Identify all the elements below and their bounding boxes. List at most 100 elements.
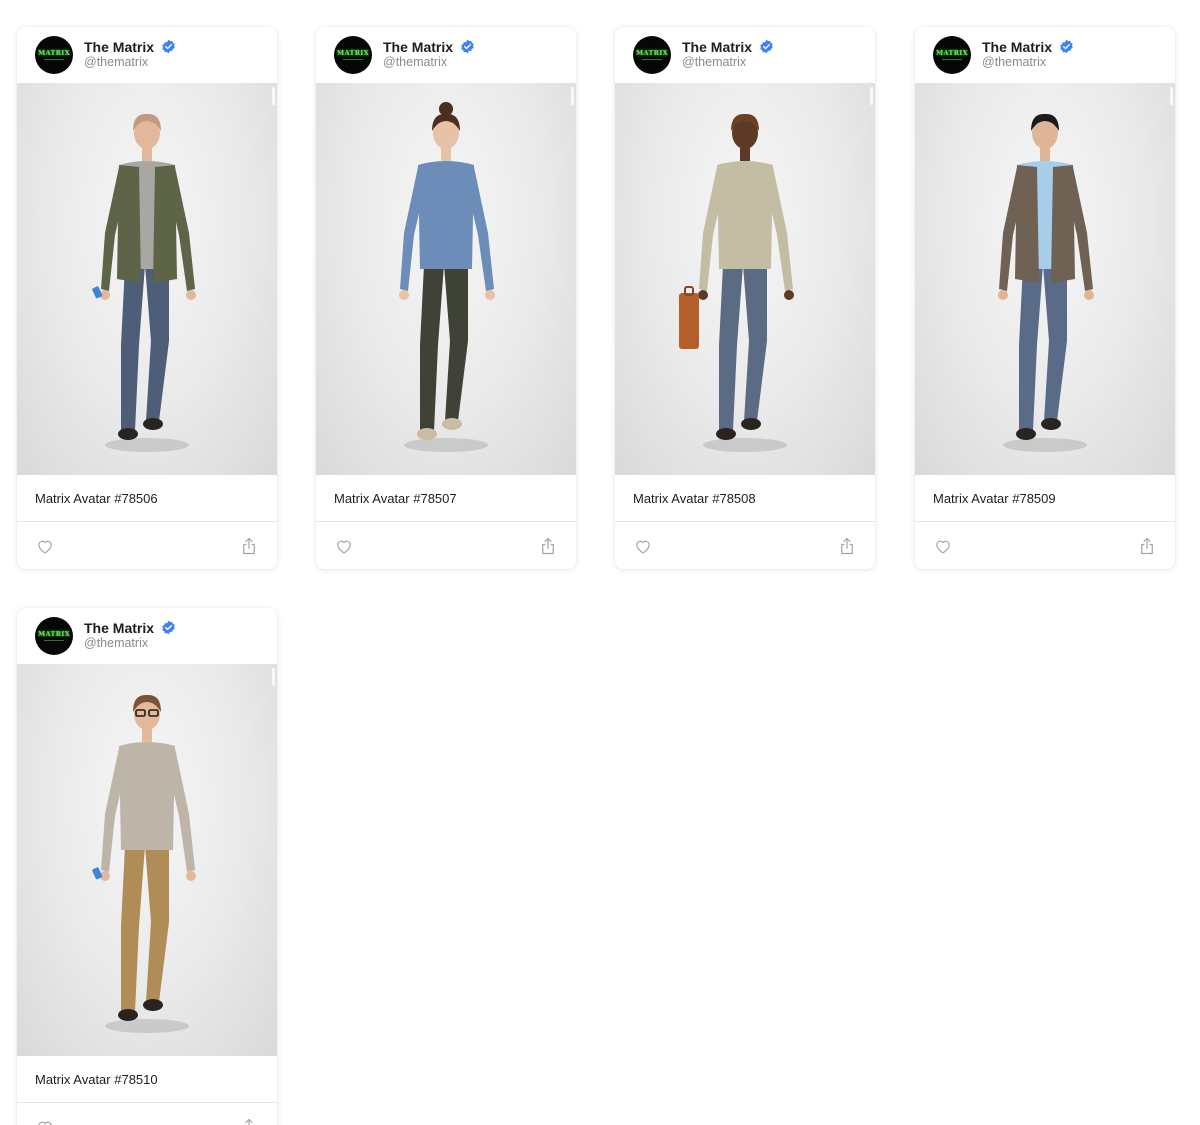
image-scroll-indicator [272, 87, 275, 105]
image-scroll-indicator [1170, 87, 1173, 105]
card-divider [615, 521, 875, 522]
avatar-title[interactable]: Matrix Avatar #78508 [633, 491, 756, 506]
shirt [717, 161, 773, 269]
logo-underline [942, 59, 962, 60]
avatar-title[interactable]: Matrix Avatar #78509 [933, 491, 1056, 506]
right-hand [485, 290, 495, 300]
image-scroll-indicator [571, 87, 574, 105]
avatar-card[interactable]: MATRIX The Matrix @thematrix Matrix Avat… [17, 27, 277, 569]
heart-icon[interactable] [335, 538, 353, 554]
right-shoe [143, 999, 163, 1011]
card-divider [915, 521, 1175, 522]
avatar-title[interactable]: Matrix Avatar #78510 [35, 1072, 158, 1087]
author-name-row: The Matrix [84, 619, 176, 636]
hair-bun [439, 102, 453, 116]
matrix-logo-text: MATRIX [635, 49, 668, 57]
right-leg [1043, 265, 1067, 421]
author-avatar[interactable]: MATRIX [633, 36, 671, 74]
avatar-card[interactable]: MATRIX The Matrix @thematrix Matrix Avat… [316, 27, 576, 569]
avatar-title[interactable]: Matrix Avatar #78507 [334, 491, 457, 506]
card-divider [17, 1102, 277, 1103]
left-hand [998, 290, 1008, 300]
heart-icon[interactable] [36, 1119, 54, 1125]
author-name[interactable]: The Matrix [383, 39, 453, 55]
avatar-card[interactable]: MATRIX The Matrix @thematrix Matrix Avat… [17, 608, 277, 1125]
author-avatar[interactable]: MATRIX [933, 36, 971, 74]
jacket-left-panel [117, 165, 141, 283]
share-icon[interactable] [839, 537, 855, 555]
share-icon[interactable] [241, 1118, 257, 1125]
author-avatar[interactable]: MATRIX [35, 617, 73, 655]
right-shoe [1041, 418, 1061, 430]
avatar-image[interactable] [915, 83, 1175, 475]
author-name-row: The Matrix [84, 38, 176, 55]
left-leg [1019, 265, 1043, 431]
image-scroll-indicator [870, 87, 873, 105]
left-hand [399, 290, 409, 300]
heart-icon[interactable] [934, 538, 952, 554]
card-header: MATRIX The Matrix @thematrix [915, 27, 1175, 83]
right-shoe [741, 418, 761, 430]
logo-underline [44, 59, 64, 60]
author-name[interactable]: The Matrix [84, 620, 154, 636]
author-avatar[interactable]: MATRIX [35, 36, 73, 74]
matrix-logo-text: MATRIX [37, 49, 70, 57]
left-leg [121, 265, 145, 431]
image-scroll-indicator [272, 668, 275, 686]
right-leg [444, 265, 468, 421]
share-icon[interactable] [241, 537, 257, 555]
avatar-title[interactable]: Matrix Avatar #78506 [35, 491, 158, 506]
avatar-image[interactable] [316, 83, 576, 475]
author-handle[interactable]: @thematrix [982, 55, 1046, 69]
avatar-figure-illustration [92, 694, 196, 1033]
right-hand [186, 290, 196, 300]
logo-underline [44, 640, 64, 641]
share-icon[interactable] [1139, 537, 1155, 555]
author-name-row: The Matrix [682, 38, 774, 55]
avatar-image[interactable] [17, 664, 277, 1056]
avatar-figure-illustration [399, 102, 495, 452]
heart-icon[interactable] [634, 538, 652, 554]
share-icon[interactable] [540, 537, 556, 555]
author-name-row: The Matrix [982, 38, 1074, 55]
author-name[interactable]: The Matrix [982, 39, 1052, 55]
left-leg [719, 265, 743, 431]
verified-badge-icon [162, 620, 175, 635]
author-handle[interactable]: @thematrix [84, 636, 148, 650]
author-handle[interactable]: @thematrix [84, 55, 148, 69]
logo-underline [642, 59, 662, 60]
card-header: MATRIX The Matrix @thematrix [316, 27, 576, 83]
avatar-figure-illustration [679, 113, 794, 452]
left-shoe [417, 428, 437, 440]
logo-underline [343, 59, 363, 60]
avatar-card[interactable]: MATRIX The Matrix @thematrix Matrix Avat… [915, 27, 1175, 569]
matrix-logo-text: MATRIX [336, 49, 369, 57]
floor-shadow [105, 1019, 189, 1033]
author-handle[interactable]: @thematrix [383, 55, 447, 69]
shirt [119, 742, 175, 850]
heart-icon[interactable] [36, 538, 54, 554]
left-shoe [118, 428, 138, 440]
verified-badge-icon [760, 39, 773, 54]
card-header: MATRIX The Matrix @thematrix [615, 27, 875, 83]
right-shoe [143, 418, 163, 430]
jacket-right-panel [1051, 165, 1075, 283]
verified-badge-icon [1060, 39, 1073, 54]
avatar-card[interactable]: MATRIX The Matrix @thematrix Matrix Avat… [615, 27, 875, 569]
author-name[interactable]: The Matrix [84, 39, 154, 55]
avatar-figure-illustration [998, 113, 1094, 452]
avatar-image[interactable] [615, 83, 875, 475]
verified-badge-icon [461, 39, 474, 54]
floor-shadow [404, 438, 488, 452]
shirt [418, 161, 474, 269]
right-leg [743, 265, 767, 421]
avatar-image[interactable] [17, 83, 277, 475]
author-handle[interactable]: @thematrix [682, 55, 746, 69]
floor-shadow [105, 438, 189, 452]
author-avatar[interactable]: MATRIX [334, 36, 372, 74]
author-name[interactable]: The Matrix [682, 39, 752, 55]
card-header: MATRIX The Matrix @thematrix [17, 608, 277, 664]
left-shoe [1016, 428, 1036, 440]
left-leg [121, 846, 145, 1012]
briefcase [679, 293, 699, 349]
